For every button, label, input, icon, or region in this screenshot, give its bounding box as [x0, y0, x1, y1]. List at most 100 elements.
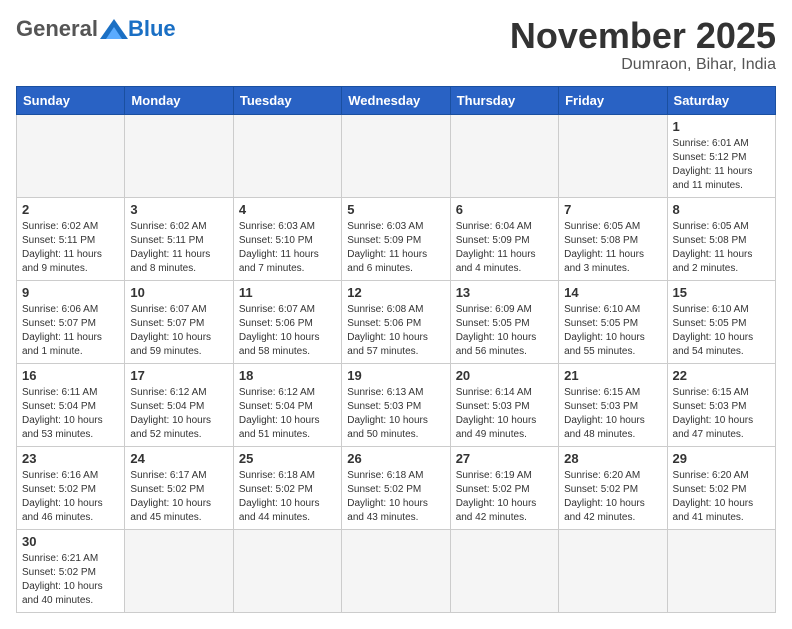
day-number: 24: [130, 451, 227, 466]
day-number: 2: [22, 202, 119, 217]
table-row: 3 Sunrise: 6:02 AMSunset: 5:11 PMDaylight…: [125, 197, 233, 280]
day-info: Sunrise: 6:18 AMSunset: 5:02 PMDaylight:…: [239, 469, 336, 525]
table-row: [342, 529, 450, 612]
header-sunday: Sunday: [17, 86, 125, 114]
day-number: 6: [456, 202, 553, 217]
table-row: 26Sunrise: 6:18 AMSunset: 5:02 PMDayligh…: [342, 446, 450, 529]
day-info: Sunrise: 6:12 AMSunset: 5:04 PMDaylight:…: [239, 386, 336, 442]
day-info: Sunrise: 6:05 AMSunset: 5:08 PMDaylight:…: [673, 220, 770, 276]
day-number: 21: [564, 368, 661, 383]
day-number: 25: [239, 451, 336, 466]
table-row: [233, 529, 341, 612]
table-row: 14 Sunrise: 6:10 AMSunset: 5:05 PMDayligh…: [559, 280, 667, 363]
table-row: 6 Sunrise: 6:04 AMSunset: 5:09 PMDaylight…: [450, 197, 558, 280]
day-number: 15: [673, 285, 770, 300]
day-info: Sunrise: 6:03 AMSunset: 5:09 PMDaylight:…: [347, 220, 444, 276]
table-row: 22Sunrise: 6:15 AMSunset: 5:03 PMDayligh…: [667, 363, 775, 446]
table-row: [125, 529, 233, 612]
header-monday: Monday: [125, 86, 233, 114]
day-info: Sunrise: 6:08 AMSunset: 5:06 PMDaylight:…: [347, 303, 444, 359]
day-number: 14: [564, 285, 661, 300]
day-info: Sunrise: 6:10 AMSunset: 5:05 PMDaylight:…: [673, 303, 770, 359]
logo-blue: Blue: [128, 16, 176, 42]
day-number: 10: [130, 285, 227, 300]
table-row: 20 Sunrise: 6:14 AMSunset: 5:03 PMDayligh…: [450, 363, 558, 446]
day-info: Sunrise: 6:02 AMSunset: 5:11 PMDaylight:…: [130, 220, 227, 276]
table-row: 2 Sunrise: 6:02 AMSunset: 5:11 PMDaylight…: [17, 197, 125, 280]
weekday-header-row: Sunday Monday Tuesday Wednesday Thursday…: [17, 86, 776, 114]
header-tuesday: Tuesday: [233, 86, 341, 114]
header-saturday: Saturday: [667, 86, 775, 114]
day-number: 5: [347, 202, 444, 217]
day-number: 20: [456, 368, 553, 383]
logo-text: General Blue: [16, 16, 176, 42]
table-row: 1Sunrise: 6:01 AMSunset: 5:12 PMDaylight…: [667, 114, 775, 197]
day-info: Sunrise: 6:12 AMSunset: 5:04 PMDaylight:…: [130, 386, 227, 442]
table-row: 4Sunrise: 6:03 AMSunset: 5:10 PMDaylight…: [233, 197, 341, 280]
day-info: Sunrise: 6:02 AMSunset: 5:11 PMDaylight:…: [22, 220, 119, 276]
day-info: Sunrise: 6:21 AMSunset: 5:02 PMDaylight:…: [22, 552, 119, 608]
table-row: [667, 529, 775, 612]
day-info: Sunrise: 6:15 AMSunset: 5:03 PMDaylight:…: [564, 386, 661, 442]
table-row: [559, 114, 667, 197]
table-row: 16 Sunrise: 6:11 AMSunset: 5:04 PMDayligh…: [17, 363, 125, 446]
day-number: 16: [22, 368, 119, 383]
logo-general: General: [16, 16, 98, 42]
logo: General Blue: [16, 16, 176, 42]
month-title: November 2025: [510, 16, 776, 56]
table-row: 7Sunrise: 6:05 AMSunset: 5:08 PMDaylight…: [559, 197, 667, 280]
day-number: 26: [347, 451, 444, 466]
header: General Blue November 2025 Dumraon, Biha…: [16, 16, 776, 74]
table-row: [125, 114, 233, 197]
title-block: November 2025 Dumraon, Bihar, India: [510, 16, 776, 74]
header-friday: Friday: [559, 86, 667, 114]
day-number: 27: [456, 451, 553, 466]
header-thursday: Thursday: [450, 86, 558, 114]
table-row: 13Sunrise: 6:09 AMSunset: 5:05 PMDayligh…: [450, 280, 558, 363]
table-row: 19 Sunrise: 6:13 AMSunset: 5:03 PMDayligh…: [342, 363, 450, 446]
table-row: 8Sunrise: 6:05 AMSunset: 5:08 PMDaylight…: [667, 197, 775, 280]
day-number: 17: [130, 368, 227, 383]
logo-icon: [100, 19, 128, 39]
table-row: 10 Sunrise: 6:07 AMSunset: 5:07 PMDayligh…: [125, 280, 233, 363]
day-info: Sunrise: 6:14 AMSunset: 5:03 PMDaylight:…: [456, 386, 553, 442]
table-row: 15 Sunrise: 6:10 AMSunset: 5:05 PMDayligh…: [667, 280, 775, 363]
day-info: Sunrise: 6:10 AMSunset: 5:05 PMDaylight:…: [564, 303, 661, 359]
table-row: 17 Sunrise: 6:12 AMSunset: 5:04 PMDayligh…: [125, 363, 233, 446]
day-info: Sunrise: 6:13 AMSunset: 5:03 PMDaylight:…: [347, 386, 444, 442]
table-row: [233, 114, 341, 197]
day-info: Sunrise: 6:20 AMSunset: 5:02 PMDaylight:…: [564, 469, 661, 525]
day-info: Sunrise: 6:05 AMSunset: 5:08 PMDaylight:…: [564, 220, 661, 276]
header-wednesday: Wednesday: [342, 86, 450, 114]
day-number: 19: [347, 368, 444, 383]
table-row: 28 Sunrise: 6:20 AMSunset: 5:02 PMDayligh…: [559, 446, 667, 529]
table-row: [450, 529, 558, 612]
day-number: 18: [239, 368, 336, 383]
table-row: 27 Sunrise: 6:19 AMSunset: 5:02 PMDayligh…: [450, 446, 558, 529]
location-title: Dumraon, Bihar, India: [510, 56, 776, 74]
table-row: 18 Sunrise: 6:12 AMSunset: 5:04 PMDayligh…: [233, 363, 341, 446]
table-row: 25 Sunrise: 6:18 AMSunset: 5:02 PMDayligh…: [233, 446, 341, 529]
table-row: [342, 114, 450, 197]
day-number: 9: [22, 285, 119, 300]
day-info: Sunrise: 6:07 AMSunset: 5:07 PMDaylight:…: [130, 303, 227, 359]
day-info: Sunrise: 6:17 AMSunset: 5:02 PMDaylight:…: [130, 469, 227, 525]
day-info: Sunrise: 6:20 AMSunset: 5:02 PMDaylight:…: [673, 469, 770, 525]
day-number: 3: [130, 202, 227, 217]
table-row: [450, 114, 558, 197]
day-info: Sunrise: 6:16 AMSunset: 5:02 PMDaylight:…: [22, 469, 119, 525]
day-info: Sunrise: 6:09 AMSunset: 5:05 PMDaylight:…: [456, 303, 553, 359]
day-number: 30: [22, 534, 119, 549]
table-row: 9Sunrise: 6:06 AMSunset: 5:07 PMDaylight…: [17, 280, 125, 363]
table-row: [17, 114, 125, 197]
table-row: 29Sunrise: 6:20 AMSunset: 5:02 PMDayligh…: [667, 446, 775, 529]
day-info: Sunrise: 6:07 AMSunset: 5:06 PMDaylight:…: [239, 303, 336, 359]
table-row: 11Sunrise: 6:07 AMSunset: 5:06 PMDayligh…: [233, 280, 341, 363]
day-number: 28: [564, 451, 661, 466]
table-row: 30 Sunrise: 6:21 AMSunset: 5:02 PMDayligh…: [17, 529, 125, 612]
day-info: Sunrise: 6:19 AMSunset: 5:02 PMDaylight:…: [456, 469, 553, 525]
day-info: Sunrise: 6:04 AMSunset: 5:09 PMDaylight:…: [456, 220, 553, 276]
day-info: Sunrise: 6:11 AMSunset: 5:04 PMDaylight:…: [22, 386, 119, 442]
day-number: 22: [673, 368, 770, 383]
day-number: 4: [239, 202, 336, 217]
